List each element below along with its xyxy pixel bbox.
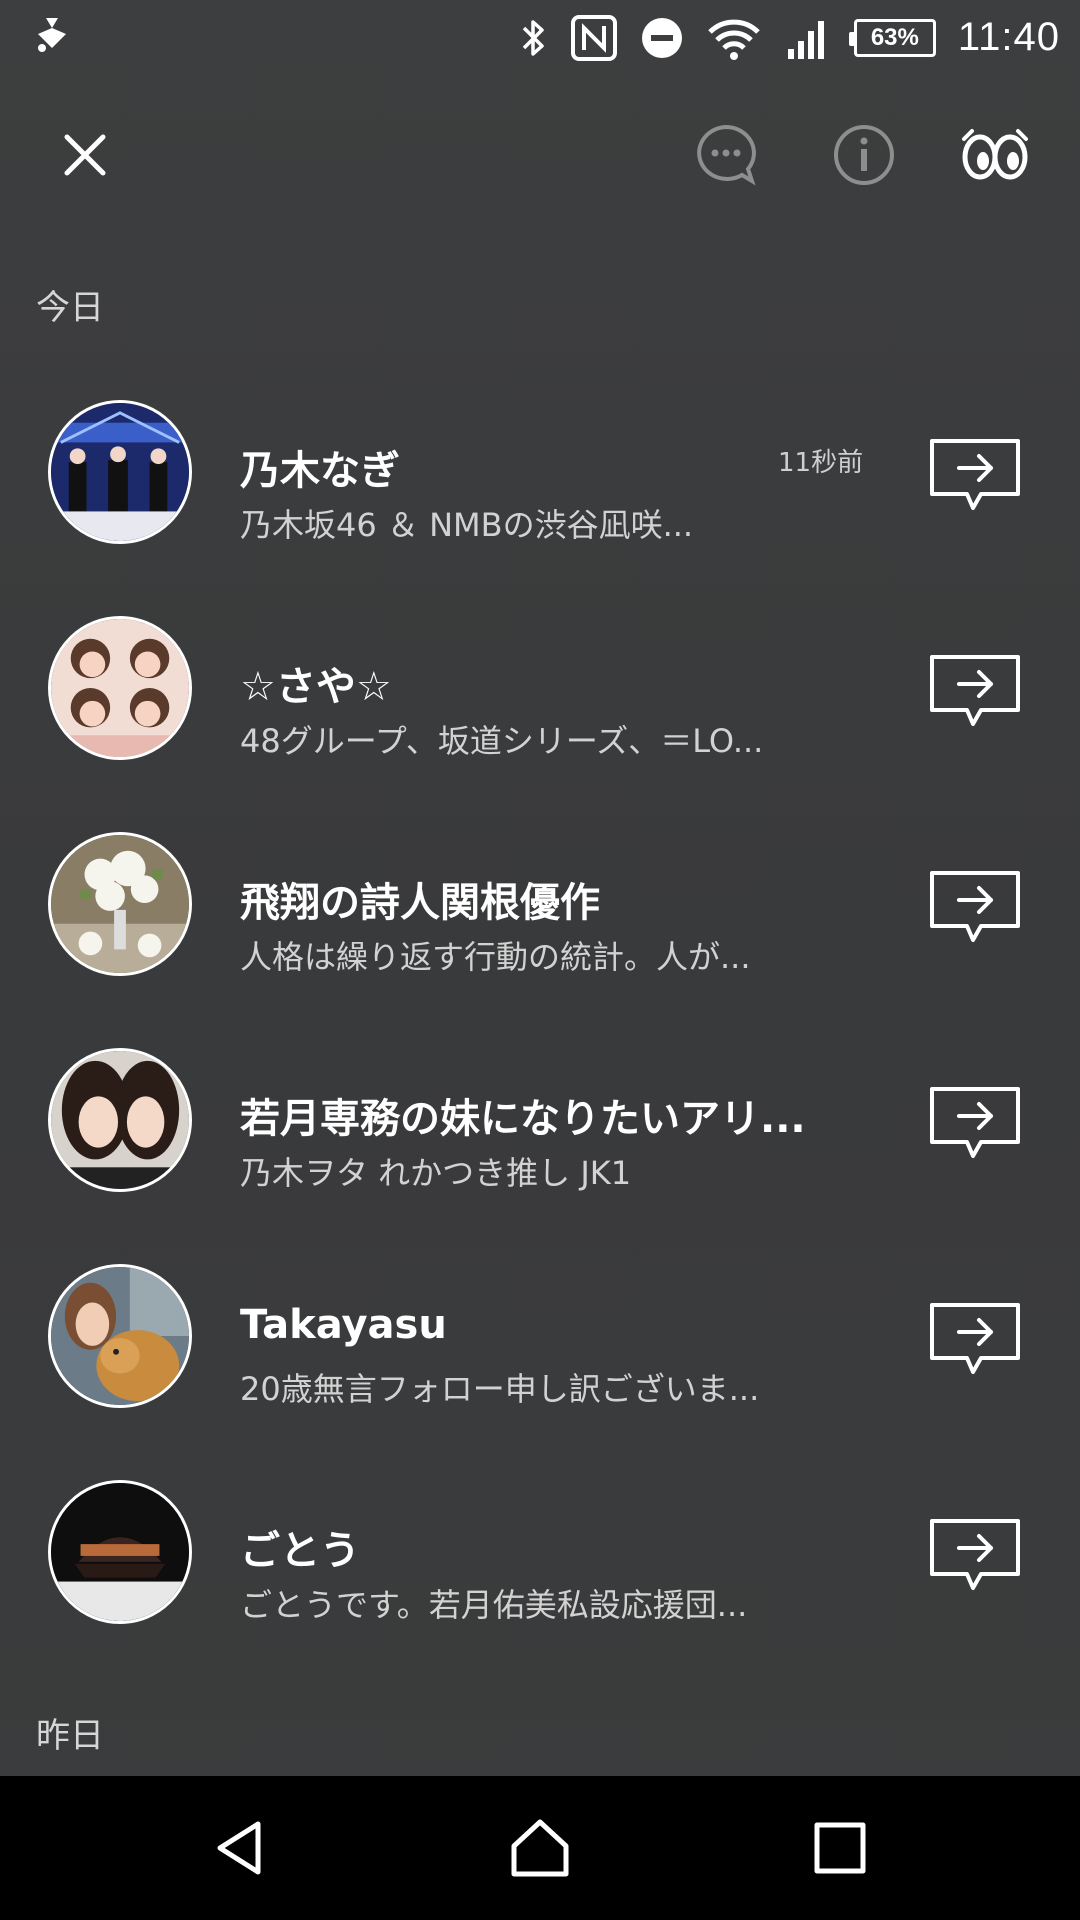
wifi-icon (706, 14, 762, 62)
eyes-button[interactable] (950, 110, 1040, 200)
clock: 11:40 (957, 15, 1060, 59)
share-arrow-icon (930, 439, 1020, 510)
list-item[interactable]: 若月専務の妹になりたいアリ... 乃木ヲタ れかつき推し JK1 (0, 1008, 1080, 1224)
avatar (48, 1264, 192, 1408)
share-arrow-icon (930, 1519, 1020, 1590)
list-item[interactable]: 乃木なぎ 乃木坂46 ＆ NMBの渋谷凪咲... 11秒前 (0, 360, 1080, 576)
chat-button[interactable] (681, 110, 771, 200)
share-button[interactable] (925, 1080, 1025, 1168)
info-button[interactable] (819, 110, 909, 200)
close-icon (64, 134, 106, 176)
row-name: ☆さや☆ (240, 664, 392, 710)
signal-icon (784, 15, 832, 61)
avatar (48, 616, 192, 760)
avatar (48, 832, 192, 976)
recent-apps-icon (814, 1822, 866, 1874)
share-arrow-icon (930, 871, 1020, 942)
recent-apps-button[interactable] (790, 1798, 890, 1898)
back-button[interactable] (190, 1798, 290, 1898)
row-subtitle: ごとうです。若月佑美私設応援団... (240, 1586, 748, 1624)
row-subtitle: 乃木坂46 ＆ NMBの渋谷凪咲... (240, 506, 694, 544)
eyes-icon (962, 129, 1028, 180)
back-icon (217, 1821, 261, 1875)
share-arrow-icon (930, 1087, 1020, 1158)
share-button[interactable] (925, 1512, 1025, 1600)
avatar (48, 1048, 192, 1192)
share-button[interactable] (925, 864, 1025, 952)
share-button[interactable] (925, 432, 1025, 520)
share-button[interactable] (925, 1296, 1025, 1384)
row-name: 若月専務の妹になりたいアリ... (240, 1096, 806, 1142)
list-item[interactable]: 飛翔の詩人関根優作 人格は繰り返す行動の統計。人が... (0, 792, 1080, 1008)
row-timestamp: 11秒前 (778, 448, 864, 478)
row-name: ごとう (240, 1528, 360, 1574)
battery-icon: 63% (848, 18, 936, 57)
home-button[interactable] (490, 1798, 590, 1898)
row-subtitle: 20歳無言フォロー申し訳ございま... (240, 1370, 760, 1408)
share-button[interactable] (925, 648, 1025, 736)
row-subtitle: 乃木ヲタ れかつき推し JK1 (240, 1154, 632, 1192)
bluetooth-icon (518, 16, 548, 60)
list-item[interactable]: ごとう ごとうです。若月佑美私設応援団... (0, 1440, 1080, 1656)
dnd-icon (640, 16, 684, 60)
nfc-icon (570, 14, 618, 62)
notification-icon (30, 14, 74, 58)
share-arrow-icon (930, 1303, 1020, 1374)
screen: 63% 11:40 今日 乃木なぎ 乃木坂46 ＆ NMBの渋谷凪咲... 11… (0, 0, 1080, 1920)
avatar (48, 400, 192, 544)
navigation-bar (0, 1776, 1080, 1920)
row-subtitle: 48グループ、坂道シリーズ、＝LO... (240, 722, 764, 760)
share-arrow-icon (930, 655, 1020, 726)
chat-bubble-icon (697, 124, 756, 186)
home-icon (511, 1819, 569, 1877)
info-icon (834, 125, 894, 185)
row-name: 飛翔の詩人関根優作 (240, 880, 600, 926)
section-label-today: 今日 (36, 288, 104, 328)
avatar (48, 1480, 192, 1624)
toolbar (0, 110, 1080, 200)
status-bar: 63% 11:40 (0, 0, 1080, 75)
list-item[interactable]: ☆さや☆ 48グループ、坂道シリーズ、＝LO... (0, 576, 1080, 792)
close-button[interactable] (40, 110, 130, 200)
list-item[interactable]: Takayasu 20歳無言フォロー申し訳ございま... (0, 1224, 1080, 1440)
section-label-yesterday: 昨日 (36, 1716, 104, 1756)
row-name: Takayasu (240, 1302, 447, 1348)
row-subtitle: 人格は繰り返す行動の統計。人が... (240, 938, 751, 976)
row-name: 乃木なぎ (240, 448, 400, 494)
